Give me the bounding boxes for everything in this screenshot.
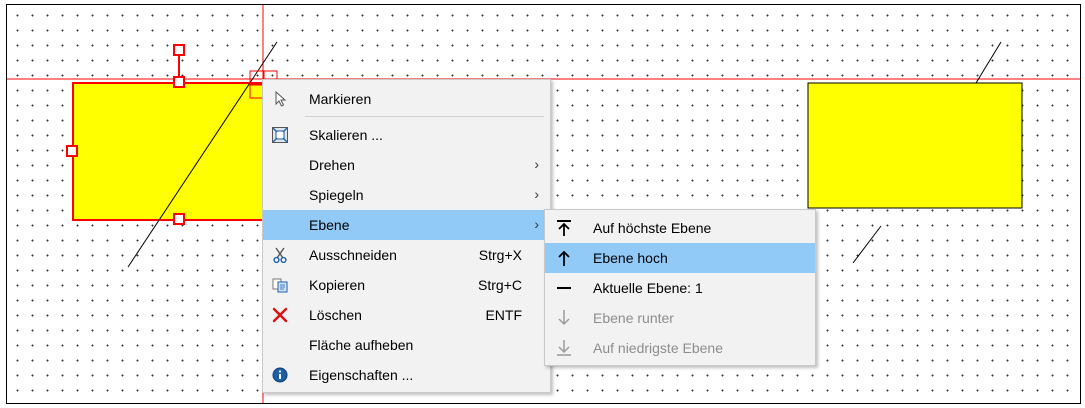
menu-item-ausschneiden[interactable]: Ausschneiden Strg+X bbox=[263, 240, 550, 270]
arrow-down-icon bbox=[555, 309, 573, 327]
menu-item-shortcut: ENTF bbox=[485, 307, 522, 323]
selection-handle-bottom[interactable] bbox=[173, 213, 185, 225]
menu-item-label: Kopieren bbox=[309, 277, 366, 293]
menu-item-ebene[interactable]: Ebene › bbox=[263, 210, 550, 240]
menu-item-flaeche-aufheben[interactable]: Fläche aufheben bbox=[263, 330, 550, 360]
submenu-item-aktuelle-ebene[interactable]: Aktuelle Ebene: 1 bbox=[545, 273, 815, 303]
menu-item-label: Ebene hoch bbox=[593, 250, 668, 266]
copy-icon bbox=[272, 277, 288, 293]
menu-item-label: Eigenschaften ... bbox=[309, 367, 414, 383]
cursor-arrow-icon bbox=[272, 91, 288, 107]
arrow-to-bottom-icon bbox=[555, 339, 573, 357]
arrow-to-top-icon bbox=[555, 219, 573, 237]
menu-item-shortcut: Strg+C bbox=[478, 277, 522, 293]
menu-item-label: Ausschneiden bbox=[309, 247, 397, 263]
submenu-item-auf-niedrigste-ebene[interactable]: Auf niedrigste Ebene bbox=[545, 333, 815, 363]
right-diagonal-line-lower[interactable] bbox=[852, 225, 882, 264]
submenu-item-auf-hoechste-ebene[interactable]: Auf höchste Ebene bbox=[545, 213, 815, 243]
chevron-right-icon: › bbox=[534, 156, 539, 172]
menu-item-label: Drehen bbox=[309, 157, 355, 173]
menu-item-label: Fläche aufheben bbox=[309, 337, 414, 353]
info-icon bbox=[272, 367, 288, 383]
ebene-submenu: Auf höchste Ebene Ebene hoch Aktuelle Eb… bbox=[544, 209, 816, 366]
menu-item-spiegeln[interactable]: Spiegeln › bbox=[263, 180, 550, 210]
chevron-right-icon: › bbox=[534, 186, 539, 202]
arrow-up-icon bbox=[555, 249, 573, 267]
right-rectangle[interactable] bbox=[807, 82, 1023, 209]
menu-item-label: Ebene runter bbox=[593, 310, 674, 326]
menu-separator bbox=[305, 116, 544, 117]
menu-item-label: Aktuelle Ebene: 1 bbox=[593, 280, 703, 296]
menu-item-shortcut: Strg+X bbox=[478, 247, 522, 263]
menu-item-loeschen[interactable]: Löschen ENTF bbox=[263, 300, 550, 330]
menu-item-label: Auf höchste Ebene bbox=[593, 220, 712, 236]
menu-item-drehen[interactable]: Drehen › bbox=[263, 150, 550, 180]
selection-handle-top[interactable] bbox=[173, 76, 185, 88]
menu-item-eigenschaften[interactable]: Eigenschaften ... bbox=[263, 360, 550, 390]
menu-item-label: Auf niedrigste Ebene bbox=[593, 340, 723, 356]
menu-item-markieren[interactable]: Markieren bbox=[263, 84, 550, 114]
menu-item-label: Markieren bbox=[309, 91, 372, 107]
delete-x-icon bbox=[272, 307, 288, 323]
menu-item-label: Spiegeln bbox=[309, 187, 364, 203]
right-diagonal-line-upper[interactable] bbox=[975, 41, 1002, 84]
context-menu: Markieren Skalieren ... Drehen › Spiegel… bbox=[262, 79, 551, 393]
menu-item-label: Löschen bbox=[309, 307, 362, 323]
submenu-item-ebene-runter[interactable]: Ebene runter bbox=[545, 303, 815, 333]
scissors-icon bbox=[272, 247, 288, 263]
chevron-right-icon: › bbox=[534, 216, 539, 232]
left-rectangle[interactable] bbox=[72, 82, 276, 221]
rotation-handle[interactable] bbox=[173, 44, 185, 56]
menu-item-label: Skalieren ... bbox=[309, 127, 383, 143]
dash-icon bbox=[555, 279, 573, 297]
scale-icon bbox=[272, 127, 288, 143]
selection-handle-left[interactable] bbox=[66, 145, 78, 157]
menu-item-kopieren[interactable]: Kopieren Strg+C bbox=[263, 270, 550, 300]
submenu-item-ebene-hoch[interactable]: Ebene hoch bbox=[545, 243, 815, 273]
menu-item-label: Ebene bbox=[309, 217, 350, 233]
menu-item-skalieren[interactable]: Skalieren ... bbox=[263, 120, 550, 150]
